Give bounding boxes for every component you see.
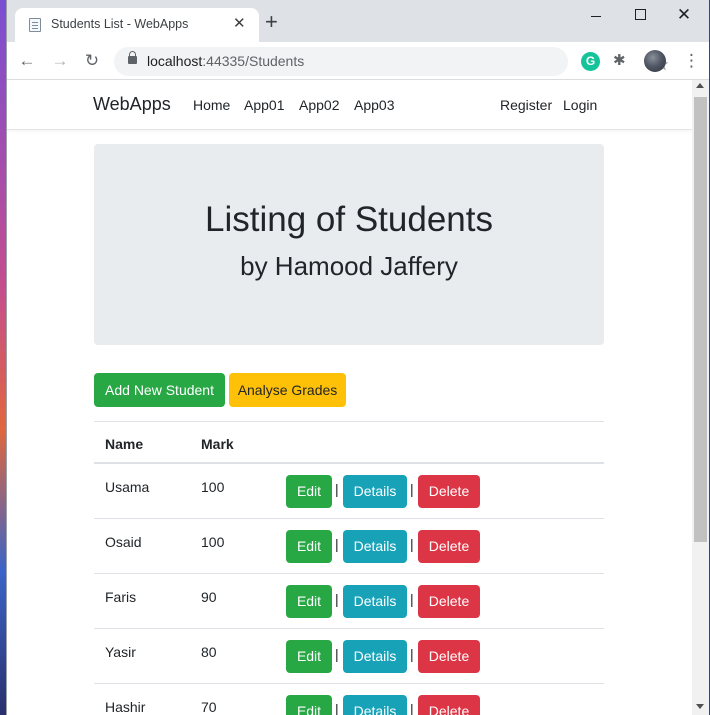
page-title: Listing of Students (205, 200, 493, 239)
browser-menu-icon[interactable]: ⋮ (683, 51, 700, 71)
delete-button[interactable]: Delete (418, 530, 480, 563)
edit-button[interactable]: Edit (286, 530, 332, 563)
title-bar: Students List - WebApps ✕ + ✕ (7, 0, 709, 42)
student-name: Yasir (105, 644, 136, 660)
student-name: Osaid (105, 534, 142, 550)
student-mark: 70 (201, 699, 217, 715)
student-name: Faris (105, 589, 137, 605)
minimize-button[interactable] (581, 6, 611, 26)
table-row: Osaid 100 Edit | Details | Delete (94, 519, 604, 574)
edit-button[interactable]: Edit (286, 475, 332, 508)
action-separator: | (410, 536, 414, 552)
student-name: Hashir (105, 699, 146, 715)
forward-arrow-icon[interactable]: → (50, 51, 70, 71)
nav-link-login[interactable]: Login (563, 97, 597, 113)
table-row: Hashir 70 Edit | Details | Delete (94, 684, 604, 715)
browser-window: Students List - WebApps ✕ + ✕ ← → ↻ loca… (6, 0, 709, 715)
nav-link-app01[interactable]: App01 (244, 97, 284, 113)
url-host: localhost (147, 53, 203, 69)
extensions-puzzle-icon[interactable]: ✱ (613, 51, 626, 71)
page-subtitle: by Hamood Jaffery (240, 251, 458, 281)
details-button[interactable]: Details (343, 530, 407, 563)
action-separator: | (335, 701, 339, 715)
page-scrollbar[interactable] (692, 80, 709, 715)
new-tab-button[interactable]: + (265, 11, 278, 33)
scroll-up-arrow-icon[interactable] (696, 83, 704, 88)
table-row: Usama 100 Edit | Details | Delete (94, 464, 604, 519)
action-separator: | (335, 591, 339, 607)
edit-button[interactable]: Edit (286, 585, 332, 618)
maximize-button[interactable] (625, 6, 655, 26)
action-separator: | (335, 536, 339, 552)
student-mark: 90 (201, 589, 217, 605)
tab-title: Students List - WebApps (51, 17, 189, 31)
details-button[interactable]: Details (343, 585, 407, 618)
site-navbar: WebApps Home App01 App02 App03 Register … (7, 80, 692, 130)
browser-toolbar: ← → ↻ localhost:44335/Students ☆ G ✱ ⋮ (7, 42, 709, 80)
student-mark: 100 (201, 479, 225, 495)
table-header: Name Mark (94, 421, 604, 464)
window-close-button[interactable]: ✕ (669, 6, 699, 26)
details-button[interactable]: Details (343, 695, 407, 715)
action-separator: | (410, 701, 414, 715)
analyse-grades-button[interactable]: Analyse Grades (229, 373, 346, 407)
scrollbar-thumb[interactable] (694, 97, 707, 542)
url-text[interactable]: localhost:44335/Students (147, 53, 304, 69)
delete-button[interactable]: Delete (418, 640, 480, 673)
navbar-brand[interactable]: WebApps (93, 94, 171, 115)
column-header-name: Name (105, 436, 144, 452)
scroll-down-arrow-icon[interactable] (696, 704, 704, 709)
nav-link-app02[interactable]: App02 (299, 97, 339, 113)
details-button[interactable]: Details (343, 475, 407, 508)
student-name: Usama (105, 479, 150, 495)
action-separator: | (410, 646, 414, 662)
grammarly-extension-icon[interactable]: G (581, 52, 600, 71)
add-new-student-button[interactable]: Add New Student (94, 373, 225, 407)
jumbotron: Listing of Students by Hamood Jaffery (94, 144, 604, 345)
edit-button[interactable]: Edit (286, 640, 332, 673)
reload-icon[interactable]: ↻ (82, 51, 102, 71)
browser-tab[interactable]: Students List - WebApps ✕ (15, 8, 259, 42)
action-separator: | (335, 481, 339, 497)
nav-link-home[interactable]: Home (193, 97, 230, 113)
delete-button[interactable]: Delete (418, 695, 480, 715)
tab-close-icon[interactable]: ✕ (233, 15, 246, 33)
nav-link-app03[interactable]: App03 (354, 97, 394, 113)
action-separator: | (335, 646, 339, 662)
profile-avatar[interactable] (644, 50, 666, 72)
details-button[interactable]: Details (343, 640, 407, 673)
delete-button[interactable]: Delete (418, 585, 480, 618)
table-row: Yasir 80 Edit | Details | Delete (94, 629, 604, 684)
delete-button[interactable]: Delete (418, 475, 480, 508)
back-arrow-icon[interactable]: ← (17, 51, 37, 71)
nav-link-register[interactable]: Register (500, 97, 552, 113)
edit-button[interactable]: Edit (286, 695, 332, 715)
url-path: :44335/Students (202, 53, 305, 69)
column-header-mark: Mark (201, 436, 234, 452)
action-separator: | (410, 481, 414, 497)
student-mark: 80 (201, 644, 217, 660)
page-favicon-icon (29, 18, 41, 32)
lock-icon[interactable] (128, 51, 137, 64)
address-bar[interactable]: localhost:44335/Students ☆ (114, 47, 669, 76)
table-row: Faris 90 Edit | Details | Delete (94, 574, 604, 629)
page-viewport: WebApps Home App01 App02 App03 Register … (7, 80, 692, 715)
student-mark: 100 (201, 534, 225, 550)
action-separator: | (410, 591, 414, 607)
